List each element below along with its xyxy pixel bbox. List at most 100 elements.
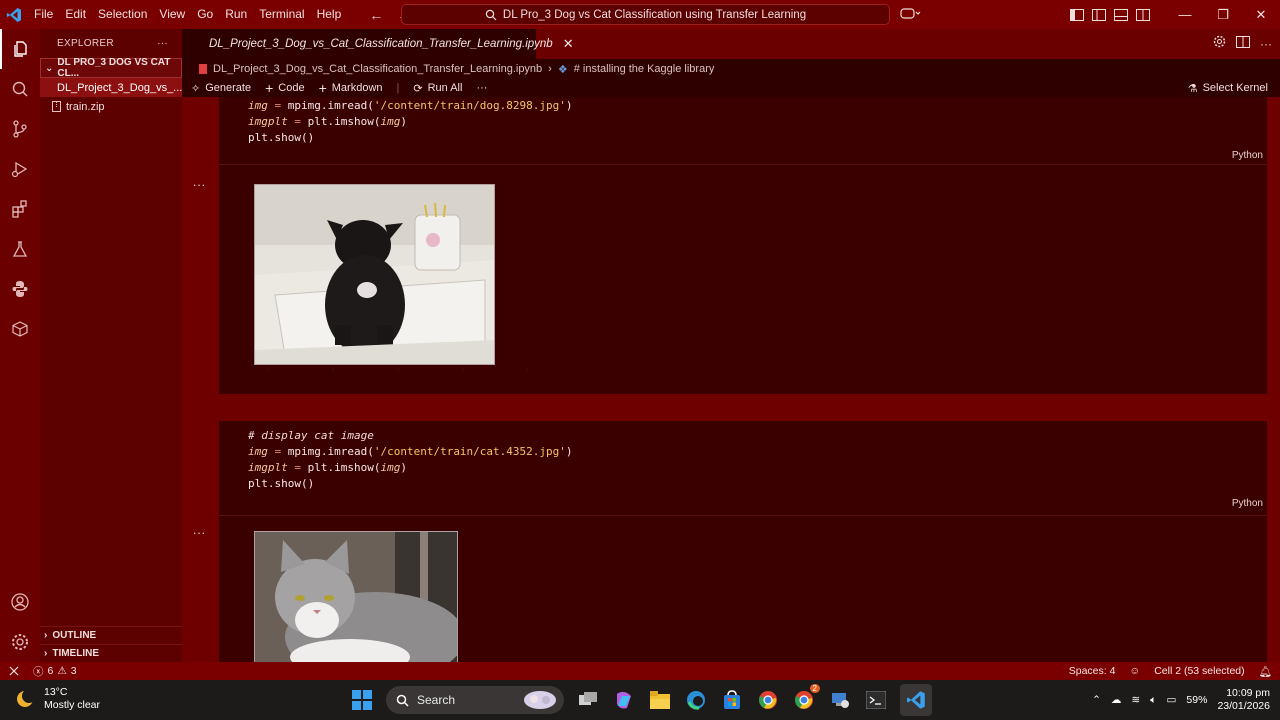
notifications-bell-icon[interactable]: 🔔︎ — [1259, 665, 1272, 678]
code-cell-2[interactable]: # display cat image img = mpimg.imread('… — [193, 421, 1267, 662]
timeline-section[interactable]: › TIMELINE — [40, 644, 182, 662]
indentation-status[interactable]: Spaces: 4 — [1069, 665, 1116, 677]
copilot-icon[interactable] — [900, 6, 922, 25]
add-markdown-button[interactable]: + Markdown — [319, 80, 383, 96]
run-debug-icon[interactable] — [0, 149, 40, 189]
output-actions[interactable]: ... — [193, 523, 206, 537]
clock-date: 23/01/2026 — [1217, 700, 1270, 712]
close-window-button[interactable]: ✕ — [1242, 7, 1280, 23]
code-cell-1[interactable]: img = mpimg.imread('/content/train/dog.8… — [193, 97, 1267, 394]
toggle-panel-icon[interactable] — [1110, 8, 1132, 21]
more-actions-icon[interactable]: ··· — [1260, 37, 1272, 51]
wifi-icon[interactable]: ≋ — [1131, 694, 1140, 706]
explorer-icon[interactable] — [0, 29, 40, 69]
testing-flask-icon[interactable] — [0, 229, 40, 269]
close-tab-icon[interactable]: ✕ — [563, 36, 574, 52]
vscode-logo-icon[interactable] — [0, 0, 28, 29]
volume-icon[interactable]: 🔈︎ — [1150, 694, 1156, 707]
python-icon[interactable] — [0, 269, 40, 309]
restore-button[interactable]: ❐ — [1204, 7, 1242, 23]
problems-indicator[interactable]: ⓧ 6 ⚠ 3 — [33, 664, 77, 679]
outline-section[interactable]: › OUTLINE — [40, 626, 182, 644]
extensions-icon[interactable] — [0, 189, 40, 229]
account-icon[interactable] — [0, 582, 40, 622]
command-center-search[interactable]: DL Pro_3 Dog vs Cat Classification using… — [401, 4, 890, 25]
weather-widget[interactable]: 13°C Mostly clear — [14, 686, 100, 712]
cell-2-source[interactable]: # display cat image img = mpimg.imread('… — [219, 421, 1267, 492]
task-view-icon[interactable] — [576, 688, 600, 712]
cell-language[interactable]: Python — [1232, 498, 1263, 509]
notebook-file-icon — [199, 64, 207, 74]
toggle-primary-sidebar-icon[interactable] — [1088, 8, 1110, 21]
cell-selection-status[interactable]: Cell 2 (53 selected) — [1154, 665, 1244, 677]
tab-notebook[interactable]: DL_Project_3_Dog_vs_Cat_Classification_T… — [182, 29, 574, 59]
file-explorer-icon[interactable] — [648, 688, 672, 712]
code-label: Code — [278, 82, 305, 94]
copilot-app-icon[interactable] — [612, 688, 636, 712]
kernel-icon: ⚗ — [1187, 82, 1198, 95]
containers-icon[interactable] — [0, 309, 40, 349]
toggle-secondary-sidebar-icon[interactable] — [1132, 8, 1154, 21]
file-item-notebook[interactable]: DL_Project_3_Dog_vs_... — [40, 78, 182, 97]
markdown-label: Markdown — [331, 82, 383, 94]
back-arrow-icon[interactable]: ← — [369, 7, 383, 23]
warning-count: 3 — [70, 665, 77, 677]
generate-button[interactable]: ✧ Generate — [191, 82, 251, 95]
more-actions-icon[interactable]: ··· — [476, 82, 487, 94]
search-icon — [485, 9, 497, 20]
more-actions-icon[interactable]: ··· — [157, 38, 168, 49]
breadcrumb-cell[interactable]: # installing the Kaggle library — [574, 63, 715, 75]
tab-bar: DL_Project_3_Dog_vs_Cat_Classification_T… — [182, 29, 1280, 59]
toggle-sidebar-icon[interactable] — [1066, 8, 1088, 21]
menu-help[interactable]: Help — [311, 0, 348, 29]
source-control-icon[interactable] — [0, 109, 40, 149]
file-item-zip[interactable]: train.zip — [40, 97, 182, 116]
notebook-settings-icon[interactable] — [1213, 35, 1226, 53]
windows-start-icon[interactable] — [350, 688, 374, 712]
battery-icon[interactable]: ▭ — [1167, 694, 1177, 706]
weather-temp: 13°C — [44, 686, 68, 698]
cell-1-source[interactable]: img = mpimg.imread('/content/train/dog.8… — [219, 97, 1267, 146]
microsoft-store-icon[interactable] — [720, 688, 744, 712]
menu-go[interactable]: Go — [191, 0, 219, 29]
run-all-button[interactable]: ⟳ Run All — [413, 82, 462, 95]
add-code-button[interactable]: + Code — [265, 80, 304, 96]
vscode-window: File Edit Selection View Go Run Terminal… — [0, 0, 1280, 720]
menu-terminal[interactable]: Terminal — [253, 0, 310, 29]
onedrive-icon[interactable]: ☁ — [1111, 694, 1122, 706]
code-token: plt.imshow( — [307, 461, 381, 474]
moon-icon — [17, 689, 36, 707]
breadcrumb-file[interactable]: DL_Project_3_Dog_vs_Cat_Classification_T… — [213, 63, 542, 75]
vscode-taskbar-icon[interactable] — [900, 684, 932, 716]
menu-view[interactable]: View — [153, 0, 191, 29]
network-app-icon[interactable] — [828, 688, 852, 712]
clock[interactable]: 10:09 pm 23/01/2026 — [1217, 687, 1270, 713]
chevron-right-icon: › — [44, 630, 48, 641]
split-editor-icon[interactable] — [1236, 35, 1250, 53]
chrome-profile-icon[interactable]: 2 — [792, 684, 820, 712]
workspace-folder[interactable]: ⌄ DL PRO_3 DOG VS CAT CL... — [40, 57, 182, 79]
code-token: # display cat image — [248, 429, 374, 442]
minimize-button[interactable]: — — [1166, 7, 1204, 22]
menu-selection[interactable]: Selection — [92, 0, 153, 29]
cell-language[interactable]: Python — [1232, 150, 1263, 161]
menu-file[interactable]: File — [28, 0, 59, 29]
chrome-browser-icon[interactable] — [756, 688, 780, 712]
chevron-up-icon[interactable]: ⌃ — [1092, 694, 1101, 706]
taskbar-search[interactable]: Search — [386, 686, 564, 714]
select-kernel-button[interactable]: ⚗ Select Kernel — [1188, 82, 1268, 95]
search-icon[interactable] — [0, 69, 40, 109]
command-center-text: DL Pro_3 Dog vs Cat Classification using… — [502, 8, 807, 21]
taskbar-search-label: Search — [417, 693, 456, 707]
menu-run[interactable]: Run — [219, 0, 253, 29]
code-token: plt.imshow( — [307, 115, 381, 128]
copilot-status-icon[interactable]: ☺ — [1129, 665, 1140, 677]
edge-browser-icon[interactable] — [684, 688, 708, 712]
output-actions[interactable]: ... — [193, 175, 206, 189]
terminal-icon[interactable] — [864, 688, 888, 712]
settings-gear-icon[interactable] — [0, 622, 40, 662]
windows-taskbar: 13°C Mostly clear Search 2 ⌃ ☁ ≋ 🔈︎ ▭ 59… — [0, 680, 1280, 720]
generate-label: Generate — [205, 82, 252, 94]
menu-edit[interactable]: Edit — [59, 0, 92, 29]
remote-indicator-icon[interactable] — [0, 665, 27, 677]
